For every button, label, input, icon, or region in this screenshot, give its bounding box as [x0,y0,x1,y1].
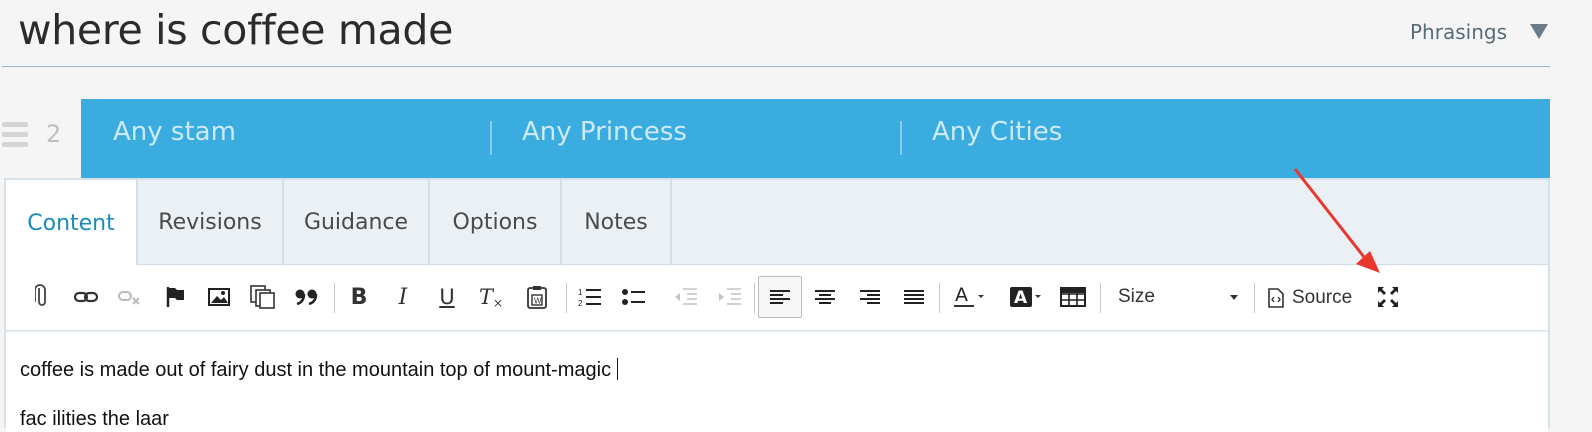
text-color-icon[interactable]: A [950,280,992,314]
indent-icon[interactable] [714,280,746,314]
chevron-down-icon [1230,295,1238,300]
tab-options[interactable]: Options [430,180,562,265]
svg-text:A: A [955,285,968,306]
image-icon[interactable] [204,280,234,314]
maximize-icon[interactable] [1372,280,1404,314]
size-select[interactable]: Size [1108,281,1246,315]
svg-text:1: 1 [578,288,583,297]
editor-body[interactable]: coffee is made out of fairy dust in the … [6,332,1548,432]
svg-text:W: W [534,297,542,306]
tab-notes[interactable]: Notes [562,180,672,265]
align-right-icon[interactable] [853,280,887,314]
title-input[interactable]: where is coffee made [18,6,453,54]
title-row: where is coffee made Phrasings [0,0,1592,68]
justify-icon[interactable] [897,280,931,314]
toolbar-separator [1100,283,1101,313]
blockquote-icon[interactable] [292,280,322,314]
outdent-icon[interactable] [670,280,702,314]
background-color-icon[interactable]: A [1006,280,1048,314]
tab-guidance[interactable]: Guidance [284,180,430,265]
anchor-flag-icon[interactable] [161,280,189,314]
toolbar-separator [334,283,335,313]
table-icon[interactable] [1056,280,1090,314]
remove-format-icon[interactable]: T × [476,280,506,314]
paste-word-icon[interactable]: W [522,280,552,314]
unlink-icon[interactable] [115,280,145,314]
slot-divider [900,121,902,155]
toolbar-separator [1254,283,1255,313]
tab-revisions[interactable]: Revisions [138,180,284,265]
title-underline [2,66,1550,67]
editor-text: coffee is made out of fairy dust in the … [20,359,612,381]
svg-text:2: 2 [578,299,583,307]
source-icon [1268,288,1284,308]
slot-bar: Any stam Any Princess Any Cities [81,99,1550,178]
text-cursor [617,358,619,380]
svg-text:A: A [1014,288,1028,308]
attach-icon[interactable] [28,280,56,314]
size-select-label: Size [1118,286,1155,307]
phrasings-caret-icon[interactable] [1530,24,1548,39]
bulleted-list-icon[interactable] [618,280,650,314]
underline-icon[interactable]: U [432,280,462,314]
toolbar-separator [754,283,755,313]
link-icon[interactable] [71,280,101,314]
source-button[interactable]: Source [1268,281,1352,315]
phrasings-dropdown-label[interactable]: Phrasings [1410,20,1507,44]
content-panel: Content Revisions Guidance Options Notes [4,178,1550,432]
copy-icon[interactable] [248,280,278,314]
editor-toolbar: B I U T × W 12 A A Size Source [6,265,1548,331]
slot-stam[interactable]: Any stam [113,117,236,147]
drag-handle-icon[interactable] [2,122,28,148]
slot-princess[interactable]: Any Princess [522,117,687,147]
numbered-list-icon[interactable]: 12 [574,280,606,314]
toolbar-separator [939,283,940,313]
italic-icon[interactable]: I [388,280,418,314]
bold-icon[interactable]: B [344,280,374,314]
slot-cities[interactable]: Any Cities [932,117,1062,147]
source-button-label: Source [1292,287,1353,308]
tab-bar: Content Revisions Guidance Options Notes [6,180,1548,266]
editor-text-line: coffee is made out of fairy dust in the … [20,358,619,382]
toolbar-separator [566,283,567,313]
slot-divider [490,121,492,155]
tab-content[interactable]: Content [6,180,138,266]
align-center-icon[interactable] [808,280,842,314]
align-left-icon[interactable] [758,276,802,318]
row-number: 2 [46,120,62,148]
